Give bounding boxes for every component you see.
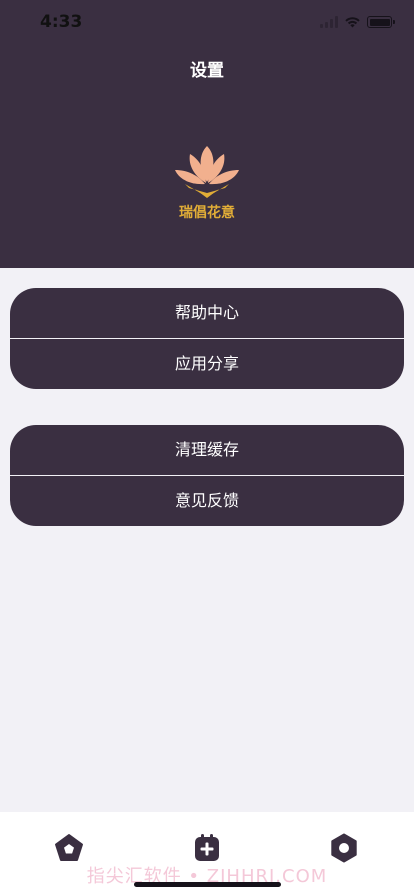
wifi-icon bbox=[345, 17, 360, 28]
menu-group-1: 帮助中心 应用分享 bbox=[10, 288, 404, 389]
battery-icon bbox=[367, 16, 395, 28]
lotus-logo: 瑞倡花意 bbox=[175, 146, 239, 220]
page-title: 设置 bbox=[190, 61, 224, 81]
status-time: 4:33 bbox=[40, 12, 83, 32]
settings-screen: 4:33 设置 瑞倡花意 帮助中心 应用分享 清理缓存 意见反馈 指尖汇软件 •… bbox=[0, 0, 414, 896]
status-bar: 4:33 bbox=[0, 0, 414, 46]
feedback-button[interactable]: 意见反馈 bbox=[10, 476, 404, 526]
cellular-signal-icon bbox=[320, 16, 338, 28]
hexagon-settings-icon bbox=[331, 833, 357, 863]
pentagon-home-icon bbox=[55, 834, 83, 861]
header: 4:33 设置 瑞倡花意 bbox=[0, 0, 414, 268]
logo-text: 瑞倡花意 bbox=[179, 204, 235, 220]
share-app-button[interactable]: 应用分享 bbox=[10, 339, 404, 389]
help-center-button[interactable]: 帮助中心 bbox=[10, 288, 404, 338]
calendar-add-icon bbox=[195, 834, 219, 861]
status-icons bbox=[320, 15, 395, 29]
menu-group-2: 清理缓存 意见反馈 bbox=[10, 425, 404, 526]
clear-cache-button[interactable]: 清理缓存 bbox=[10, 425, 404, 475]
home-indicator bbox=[134, 882, 281, 887]
